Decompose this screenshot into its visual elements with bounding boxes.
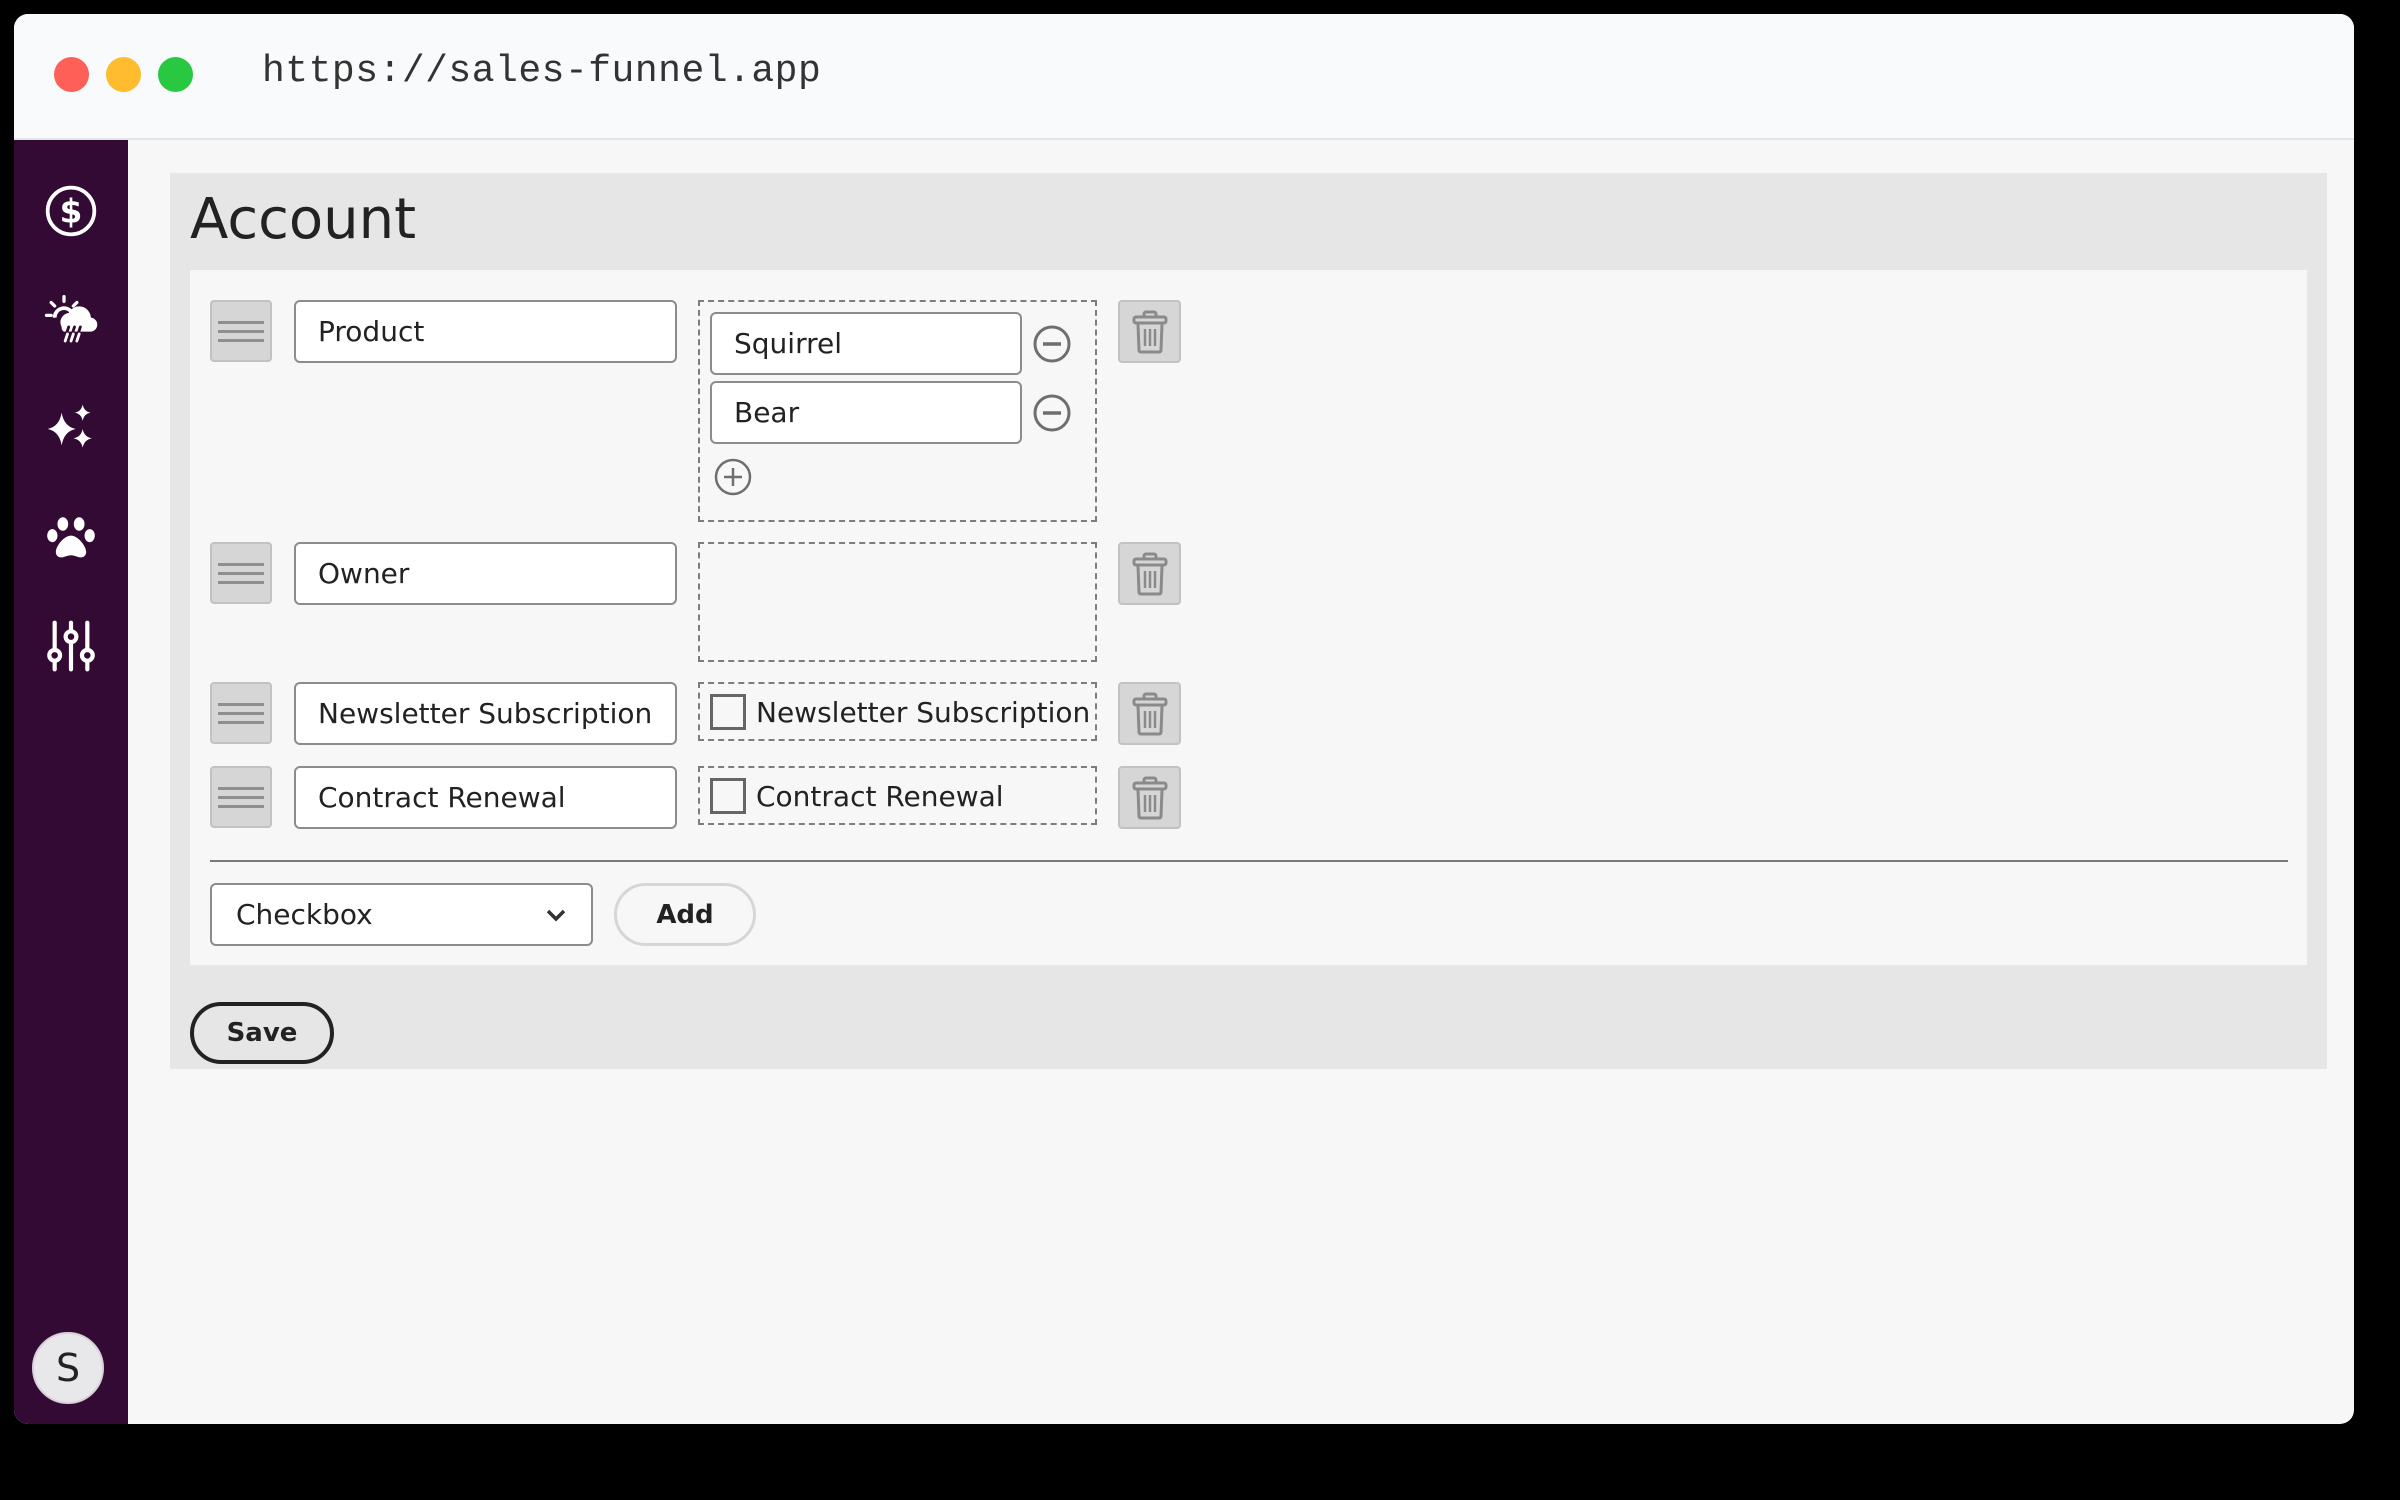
maximize-window-button[interactable]	[158, 57, 193, 92]
checkbox-field: Newsletter Subscription	[710, 694, 1090, 730]
dollar-circle-icon: $	[45, 185, 97, 237]
option-input[interactable]	[710, 312, 1022, 375]
field-type-selected: Checkbox	[236, 898, 373, 931]
minimize-window-button[interactable]	[106, 57, 141, 92]
checkbox[interactable]	[710, 778, 746, 814]
field-name-input[interactable]	[294, 682, 677, 745]
sidebar-item-settings[interactable]	[41, 616, 101, 676]
sidebar-item-sparkles[interactable]	[41, 399, 101, 459]
delete-field-button[interactable]	[1118, 300, 1181, 363]
remove-option-icon[interactable]	[1032, 324, 1072, 364]
sliders-icon	[47, 620, 95, 672]
sparkles-icon	[47, 404, 92, 448]
checkbox-preview: Contract Renewal	[698, 766, 1097, 825]
drag-handle[interactable]	[210, 682, 272, 744]
paw-icon	[47, 517, 95, 558]
field-name-input[interactable]	[294, 542, 677, 605]
options-container	[698, 542, 1097, 662]
close-window-button[interactable]	[54, 57, 89, 92]
trash-icon	[1132, 310, 1167, 353]
weather-sun-rain-icon	[44, 295, 98, 343]
sidebar: $ S	[14, 140, 128, 1424]
fields-editor: Newsletter Subscription	[190, 270, 2307, 965]
account-panel: Account Product Squirrel Bear Owner News…	[170, 173, 2327, 1069]
sidebar-item-pets[interactable]	[41, 508, 101, 568]
drag-handle[interactable]	[210, 300, 272, 362]
sidebar-item-weather[interactable]	[41, 290, 101, 350]
add-option-icon[interactable]	[713, 457, 753, 497]
field-name-input[interactable]	[294, 766, 677, 829]
options-container	[698, 300, 1097, 522]
delete-field-button[interactable]	[1118, 766, 1181, 829]
divider	[210, 860, 2288, 862]
trash-icon	[1132, 552, 1167, 595]
checkbox-label: Newsletter Subscription	[756, 695, 1091, 729]
field-type-select[interactable]: Checkbox	[210, 883, 593, 946]
title-bar: https://sales-funnel.app	[14, 14, 2354, 140]
add-field-button[interactable]: Add	[614, 883, 756, 946]
save-button[interactable]: Save	[190, 1002, 334, 1064]
delete-field-button[interactable]	[1118, 682, 1181, 745]
option-input[interactable]	[710, 381, 1022, 444]
delete-field-button[interactable]	[1118, 542, 1181, 605]
checkbox-label: Contract Renewal	[756, 779, 1004, 813]
checkbox[interactable]	[710, 694, 746, 730]
chevron-down-icon	[546, 909, 566, 921]
browser-window: https://sales-funnel.app $ S Account Pro…	[14, 14, 2354, 1424]
trash-icon	[1132, 692, 1167, 735]
svg-text:$: $	[60, 193, 83, 231]
drag-handle[interactable]	[210, 766, 272, 828]
field-name-input[interactable]	[294, 300, 677, 363]
trash-icon	[1132, 776, 1167, 819]
sidebar-item-sales[interactable]: $	[41, 181, 101, 241]
address-bar-url[interactable]: https://sales-funnel.app	[262, 50, 821, 93]
checkbox-field: Contract Renewal	[710, 778, 1004, 814]
remove-option-icon[interactable]	[1032, 393, 1072, 433]
drag-handle[interactable]	[210, 542, 272, 604]
user-avatar[interactable]: S	[32, 1332, 104, 1404]
checkbox-preview: Newsletter Subscription	[698, 682, 1097, 741]
page-title: Account	[190, 187, 417, 252]
